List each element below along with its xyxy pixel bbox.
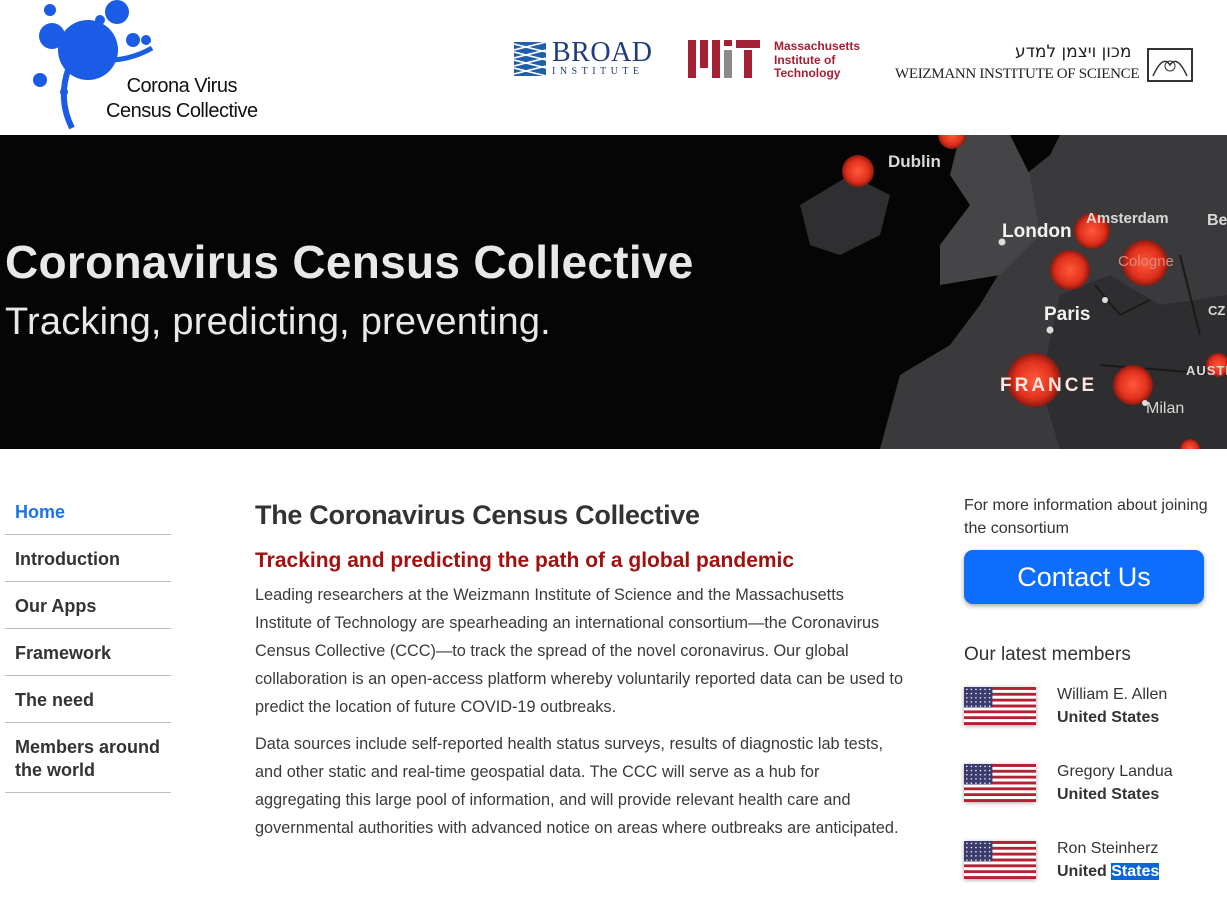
- broad-emblem-icon: [514, 42, 546, 76]
- page-title: The Coronavirus Census Collective: [255, 500, 700, 530]
- logo-line-2: Census Collective: [106, 100, 258, 122]
- main-content: The Coronavirus Census Collective Tracki…: [255, 498, 905, 851]
- mit-emblem-icon: [688, 40, 760, 78]
- mit-name-line-2: Institute of: [774, 52, 836, 67]
- member-item: Ron Steinherz United States: [964, 835, 1214, 912]
- nav-item-home[interactable]: Home: [5, 488, 171, 535]
- contact-us-button[interactable]: Contact Us: [964, 550, 1204, 604]
- europe-map-image: Dublin London Amsterdam Cologne Paris FR…: [800, 135, 1227, 449]
- nav-item-framework[interactable]: Framework: [5, 629, 171, 676]
- member-country: United States: [1057, 860, 1160, 883]
- map-label-austria: AUSTR: [1186, 363, 1227, 378]
- weizmann-hebrew-name: מכון ויצמן למדע: [1015, 42, 1132, 62]
- nav-item-members-around-the-world[interactable]: Members around the world: [5, 723, 171, 793]
- member-item: William E. Allen United States: [964, 681, 1214, 758]
- nav-item-our-apps[interactable]: Our Apps: [5, 582, 171, 629]
- map-label-dublin: Dublin: [888, 152, 941, 171]
- map-label-milan: Milan: [1146, 400, 1184, 417]
- mit-name-line-1: Massachusetts: [774, 39, 861, 53]
- page-subtitle: Tracking and predicting the path of a gl…: [255, 549, 795, 572]
- broad-institute-logo[interactable]: BROAD INSTITUTE: [514, 37, 653, 78]
- member-name: Ron Steinherz: [1057, 840, 1159, 857]
- members-list: William E. Allen United States Gregory L…: [964, 681, 1214, 912]
- mit-name-line-3: Technology: [774, 66, 841, 80]
- logo-line-1: Corona Virus: [126, 75, 238, 97]
- member-country: United States: [1057, 709, 1160, 726]
- hero-subtitle: Tracking, predicting, preventing.: [5, 301, 551, 343]
- mit-logo[interactable]: Massachusetts Institute of Technology: [688, 39, 861, 81]
- nav-item-the-need[interactable]: The need: [5, 676, 171, 723]
- map-label-be: Be: [1207, 212, 1227, 229]
- weizmann-english-name: WEIZMANN INSTITUTE OF SCIENCE: [895, 66, 1140, 82]
- member-name: Gregory Landua: [1057, 763, 1173, 780]
- right-sidebar: For more information about joining the c…: [964, 494, 1214, 912]
- map-label-cz: CZ: [1208, 303, 1225, 318]
- nav-item-introduction[interactable]: Introduction: [5, 535, 171, 582]
- member-name: William E. Allen: [1057, 686, 1168, 703]
- us-flag-icon: [964, 764, 1036, 802]
- member-country: United States: [1057, 786, 1160, 803]
- broad-subname: INSTITUTE: [552, 66, 644, 77]
- side-navigation: Home Introduction Our Apps Framework The…: [5, 488, 171, 793]
- site-header: Corona Virus Census Collective BROAD INS…: [0, 0, 1227, 135]
- hero-banner: Dublin London Amsterdam Cologne Paris FR…: [0, 135, 1227, 449]
- broad-name: BROAD: [552, 37, 653, 68]
- map-label-france: FRANCE: [1000, 375, 1097, 396]
- ccc-logo[interactable]: Corona Virus Census Collective: [28, 0, 258, 130]
- hero-title: Coronavirus Census Collective: [5, 236, 694, 288]
- member-item: Gregory Landua United States: [964, 758, 1214, 835]
- data-sources-paragraph: Data sources include self-reported healt…: [255, 735, 899, 837]
- map-label-amsterdam: Amsterdam: [1086, 210, 1169, 227]
- us-flag-icon: [964, 841, 1036, 879]
- latest-members-heading: Our latest members: [964, 644, 1131, 665]
- map-label-paris: Paris: [1044, 304, 1090, 325]
- map-label-cologne: Cologne: [1118, 253, 1174, 270]
- more-info-text: For more information about joining the c…: [964, 497, 1208, 537]
- weizmann-emblem-icon: [1147, 48, 1193, 82]
- intro-paragraph: Leading researchers at the Weizmann Inst…: [255, 586, 904, 716]
- map-label-london: London: [1002, 221, 1072, 242]
- us-flag-icon: [964, 687, 1036, 725]
- logo-wordmark: Corona Virus Census Collective: [106, 74, 258, 124]
- member-country-part-1: United: [1057, 863, 1107, 880]
- selected-text: States: [1111, 863, 1160, 880]
- weizmann-logo[interactable]: מכון ויצמן למדע WEIZMANN INSTITUTE OF SC…: [895, 42, 1195, 92]
